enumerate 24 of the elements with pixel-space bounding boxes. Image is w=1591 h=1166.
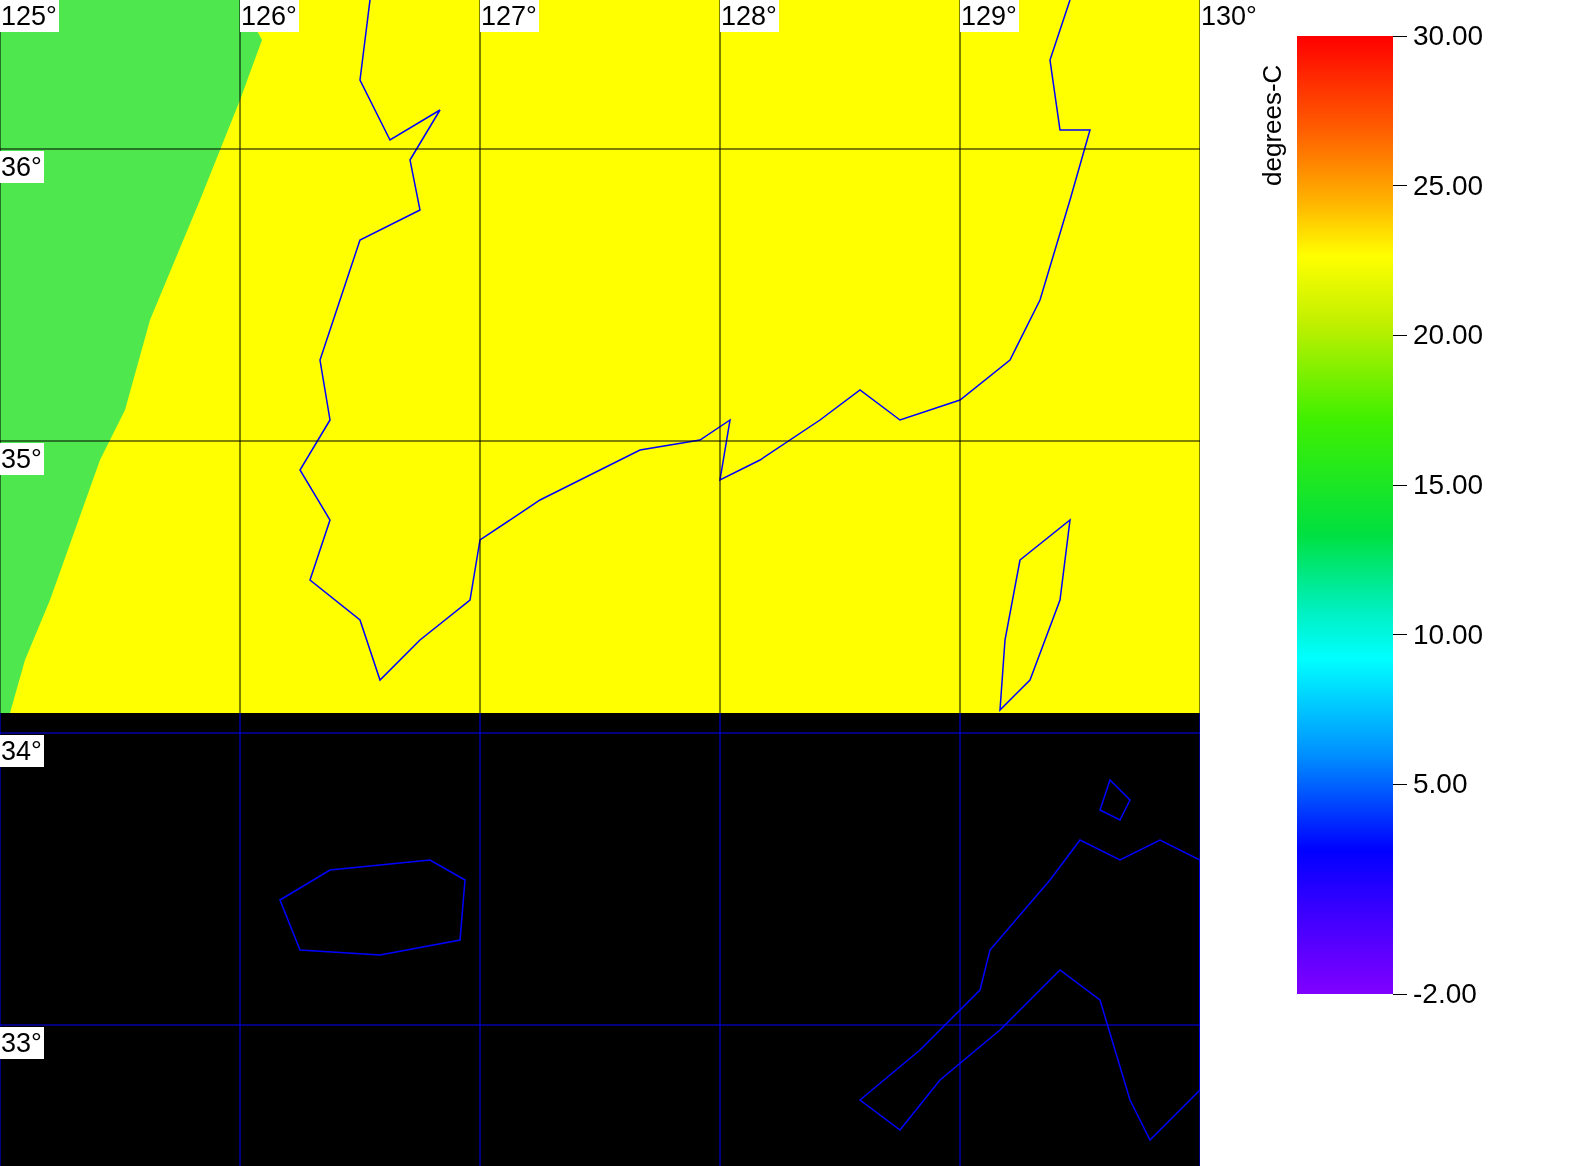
tick-mark [1393,993,1407,995]
colorbar-tick-label: 5.00 [1413,768,1468,801]
latitude-label: 35° [0,443,44,475]
latitude-label: 36° [0,151,44,183]
colorbar-tick-label: 10.00 [1413,618,1484,651]
longitude-label: 125° [0,0,59,32]
colorbar-tick-label: 30.00 [1413,20,1484,52]
colorbar-tick-label: 20.00 [1413,319,1484,352]
colorbar-tick-label: 15.00 [1413,469,1484,502]
tick-mark [1393,334,1407,336]
longitude-label: 127° [480,0,539,32]
colorbar-tick-label: -2.00 [1413,978,1477,1010]
tick-mark [1393,35,1407,37]
tick-mark [1393,185,1407,187]
colorbar-tick-label: 25.00 [1413,169,1484,202]
latitude-label: 34° [0,735,44,767]
longitude-label: 128° [720,0,779,32]
latitude-label: 33° [0,1027,44,1059]
tick-mark [1393,634,1407,636]
tick-mark [1393,484,1407,486]
colorbar-unit-label: degrees-C [1256,63,1288,186]
tick-mark [1393,783,1407,785]
longitude-label: 126° [240,0,299,32]
longitude-label: 129° [960,0,1019,32]
